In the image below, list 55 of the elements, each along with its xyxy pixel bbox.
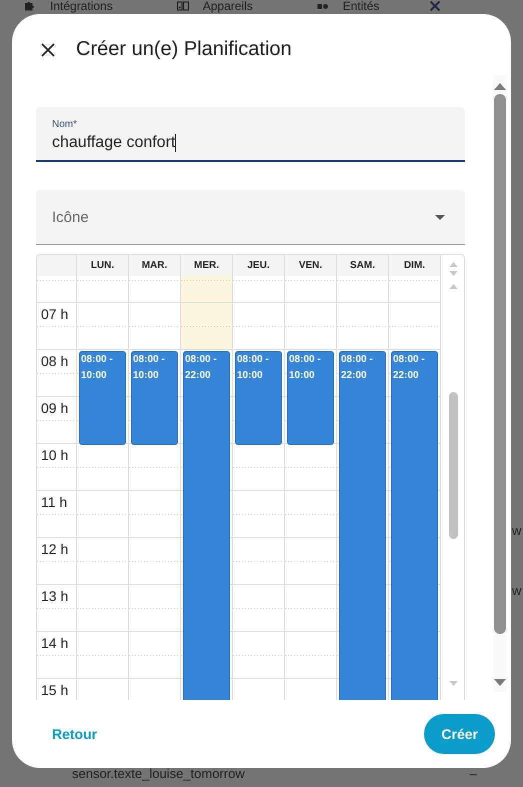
event-block[interactable]: 08:00 - 10:00 [235,351,282,445]
table-cell: w [512,583,522,598]
entity-id: sensor.texte_louise_tomorrow [72,766,245,781]
tab-label[interactable]: Appareils [202,0,253,13]
icon-select[interactable]: Icône [36,190,465,245]
name-field[interactable]: Nom* chauffage confort [36,107,465,162]
event-block[interactable]: 08:00 - 10:00 [287,351,334,445]
dialog-title: Créer un(e) Planification [76,38,292,61]
hour-label: 08 h [41,353,68,370]
caret-icon [435,214,445,220]
table-cell: w [512,523,522,538]
event-time: 08:00 - [289,353,321,367]
hour-label: 13 h [41,588,68,605]
event-time: 10:00 [289,369,315,383]
tab-label[interactable]: Intégrations [50,0,113,13]
event-block[interactable]: 08:00 - 10:00 [131,351,178,445]
hour-label: 07 h [41,306,68,323]
event-time: 22:00 [341,369,367,383]
event-time: 08:00 - [81,353,113,367]
event-block[interactable]: 08:00 - 22:00 [391,351,438,700]
tab-label[interactable]: Entités [342,0,380,13]
event-time: 22:00 [185,369,211,383]
hour-label: 12 h [41,541,68,558]
event-time: 10:00 [81,369,107,383]
event-time: 08:00 - [133,353,165,367]
scroll-down-icon [448,681,458,686]
hour-label: 10 h [41,447,68,464]
scrollbar-thumb[interactable] [494,94,506,634]
scroll-up-icon [494,83,506,90]
hour-label: 11 h [41,494,68,511]
event-time: 08:00 - [341,353,373,367]
back-button[interactable]: Retour [40,718,110,750]
event-time: 22:00 [393,369,419,383]
select-placeholder: Icône [52,208,89,226]
close-icon [41,42,55,56]
field-label: Nom* [52,119,78,130]
field-value: chauffage confort [52,134,176,152]
event-time: 08:00 - [393,353,425,367]
scroll-down-icon [494,679,506,686]
event-time: 10:00 [237,369,263,383]
event-time: 10:00 [133,369,159,383]
scrollbar-thumb[interactable] [448,392,458,539]
scroll-up-icon [448,262,458,267]
create-button[interactable]: Créer [424,714,495,754]
event-time: 08:00 - [185,353,217,367]
event-block[interactable]: 08:00 - 22:00 [183,351,230,700]
scroll-down-icon [448,271,458,276]
scroll-up-icon [448,284,458,289]
hour-label: 15 h [41,682,68,699]
table-cell: – [470,766,477,781]
hour-label: 09 h [41,400,68,417]
hour-label: 14 h [41,635,68,652]
event-block[interactable]: 08:00 - 22:00 [339,351,386,700]
event-block[interactable]: 08:00 - 10:00 [79,351,126,445]
event-time: 08:00 - [237,353,269,367]
